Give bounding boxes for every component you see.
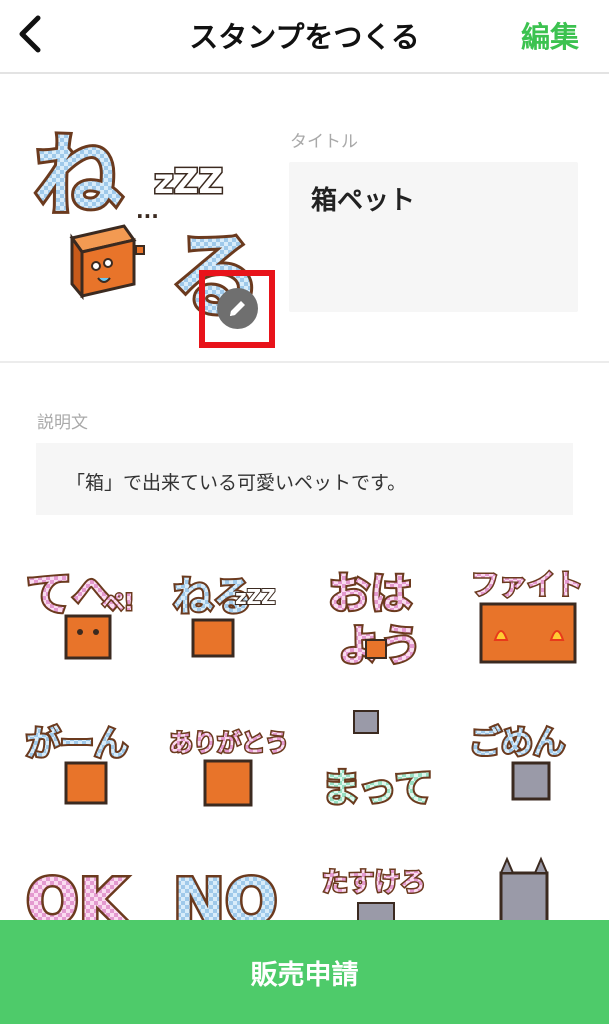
sticker-item[interactable]: ごめん [465,705,605,825]
sticker-item[interactable]: まって [318,705,458,825]
description-value: 「箱」で出来ている可愛いペットです。 [66,472,407,494]
svg-text:ありがとう: ありがとう [169,729,289,757]
pencil-icon [230,301,245,316]
nav-bar: スタンプをつくる 編集 [0,0,609,74]
svg-text:ごめん: ごめん [469,723,565,761]
svg-text:zZZ: zZZ [235,585,276,609]
submit-sale-button[interactable]: 販売申請 [0,920,609,1024]
title-value: 箱ペット [311,186,416,216]
svg-text:たすけろ: たすけろ [322,868,426,898]
description-label: 説明文 [37,413,88,433]
dots-decoration: ... [136,199,159,223]
sticker-item[interactable]: ファイト [465,560,605,680]
edit-button[interactable]: 編集 [521,14,579,56]
sticker-item[interactable]: てへ ペ! [22,560,162,680]
pencil-edit-button[interactable] [217,288,258,329]
box-pet [69,224,145,301]
svg-text:がーん: がーん [26,724,128,764]
sticker-item[interactable]: ありがとう [165,705,305,825]
sticker-grid: てへ ペ! ねる zZZ おは よう ファイト がーん ありがとう [0,545,609,941]
edit-highlight-box [199,270,275,348]
svg-text:ペ!: ペ! [102,591,134,616]
screen: スタンプをつくる 編集 ね zZZ ... る タイトル 箱ペット 説明文 「箱… [0,0,609,1024]
svg-text:まって: まって [322,766,433,810]
sticker-text-top: ね [34,124,122,227]
page-title: スタンプをつくる [189,20,420,54]
sticker-text-zzz: zZZ [154,162,223,202]
sticker-item[interactable]: おは よう [318,560,458,680]
svg-text:ファイト: ファイト [471,568,583,601]
svg-text:おは: おは [328,569,412,618]
title-input[interactable]: 箱ペット [289,162,578,312]
divider [0,361,609,363]
title-label: タイトル [290,132,358,152]
description-input[interactable]: 「箱」で出来ている可愛いペットです。 [36,443,573,515]
sticker-item[interactable]: がーん [22,705,162,825]
sticker-item[interactable]: ねる zZZ [165,560,305,680]
